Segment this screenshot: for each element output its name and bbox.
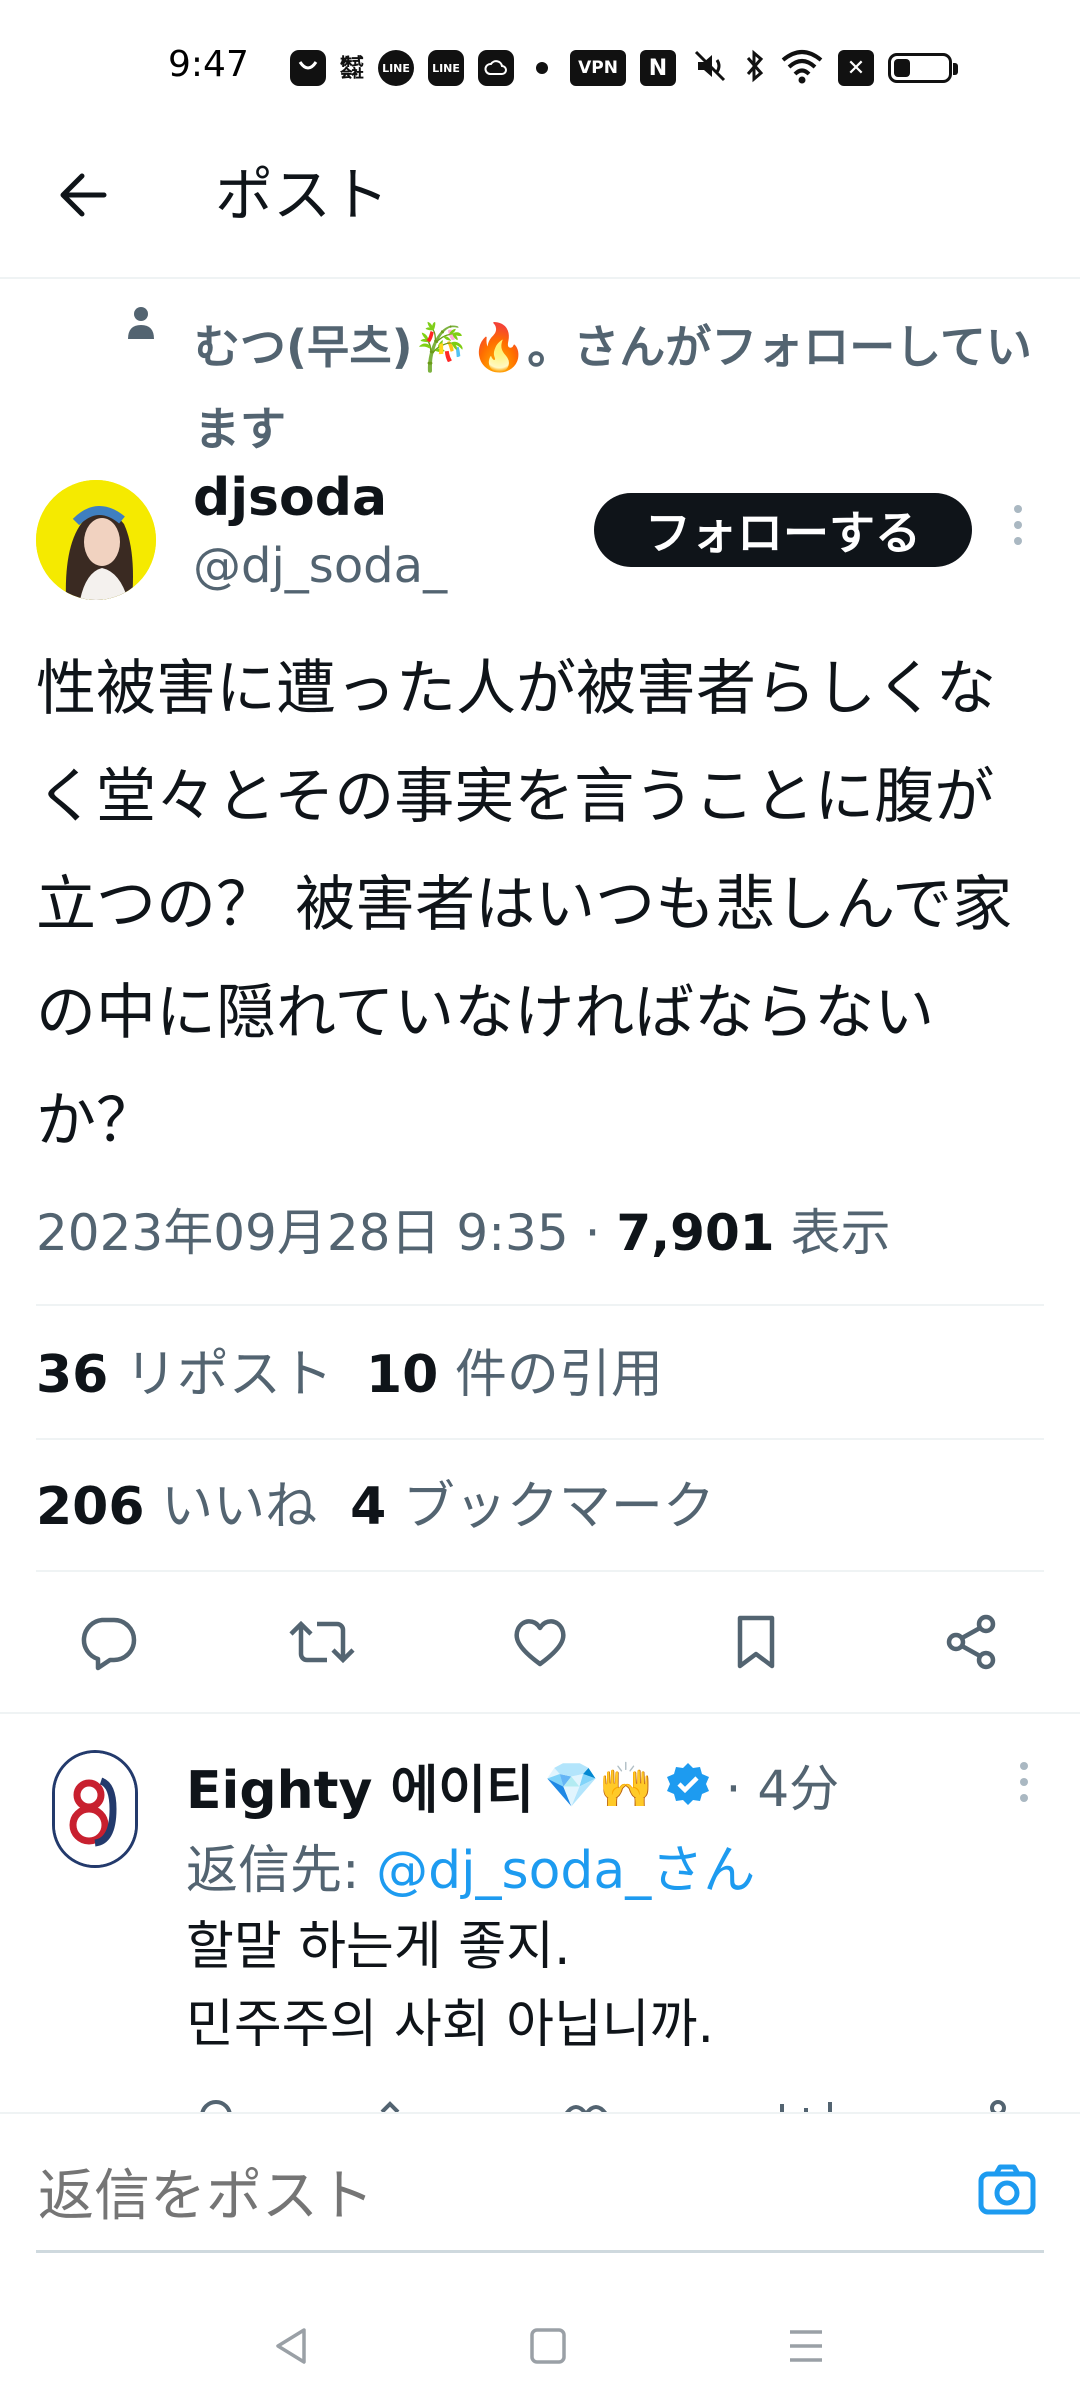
x-icon: ✕: [838, 50, 874, 86]
like-stats: 206 いいね 4 ブックマーク: [36, 1472, 715, 1542]
author-avatar[interactable]: [36, 480, 156, 600]
nav-menu-icon[interactable]: [776, 2316, 836, 2376]
reply-avatar[interactable]: [52, 1750, 138, 1868]
reposts-count: 36: [36, 1345, 109, 1405]
meta-separator: ·: [584, 1204, 601, 1262]
line-icon: LINE: [378, 50, 414, 86]
follow-button[interactable]: フォローする: [594, 493, 972, 567]
mute-icon: [690, 46, 730, 90]
bookmark-icon[interactable]: [716, 1592, 796, 1692]
more-options-icon[interactable]: [1006, 505, 1030, 557]
line-manga-icon: LINE: [428, 50, 464, 86]
post-meta: 2023年09月28日 9:35 · 7,901 表示: [36, 1198, 890, 1268]
bluetooth-icon: [744, 46, 766, 90]
reply-actions-peek: [186, 2092, 1046, 2112]
app-header: [0, 140, 1080, 279]
social-context[interactable]: むつ(무츠)🎋🔥。さんがフォローしています: [194, 306, 1074, 470]
divider: [36, 1570, 1044, 1572]
bookmarks-count: 4: [350, 1477, 387, 1537]
divider: [36, 1304, 1044, 1306]
reply-to-handle[interactable]: @dj_soda_さん: [376, 1841, 755, 1901]
reply-header: Eighty 에이티 💎🙌 · 4分: [186, 1748, 839, 1822]
page-title: ポスト: [215, 161, 390, 229]
bookmarks-link[interactable]: 4 ブックマーク: [350, 1477, 715, 1537]
quotes-count: 10: [365, 1345, 439, 1405]
person-icon: [126, 305, 156, 341]
vpn-icon: VPN: [570, 50, 626, 86]
reply-author-name[interactable]: Eighty 에이티: [186, 1748, 534, 1823]
wifi-icon: [780, 48, 824, 88]
app-icon: ㍿: [340, 54, 364, 82]
cloud-icon: [478, 50, 514, 86]
reply-to-prefix: 返信先:: [186, 1841, 377, 1901]
reply-time[interactable]: · 4分: [726, 1749, 840, 1821]
repost-stats: 36 リポスト 10 件の引用: [36, 1340, 663, 1410]
back-button[interactable]: [50, 160, 120, 230]
divider: [36, 1438, 1044, 1440]
status-icons: ㍿ LINE LINE VPN N ✕: [290, 46, 958, 90]
like-icon[interactable]: [500, 1592, 580, 1692]
nav-home-icon[interactable]: [518, 2316, 578, 2376]
reply-input[interactable]: [36, 2150, 970, 2242]
author-handle[interactable]: @dj_soda_: [193, 538, 447, 594]
repost-icon[interactable]: [282, 1592, 362, 1692]
reply-to: 返信先: @dj_soda_さん: [186, 1828, 755, 1903]
action-bar: [0, 1592, 1080, 1692]
nav-back-icon[interactable]: [262, 2316, 322, 2376]
status-time: 9:47: [168, 44, 249, 85]
section-divider: [0, 1712, 1080, 1714]
reply-more-options-icon[interactable]: [1012, 1762, 1036, 1814]
views-count: 7,901: [616, 1204, 775, 1262]
post-text: 性被害に遭った人が被害者らしくなく堂々とその事実を言うことに腹が立つの？ 被害者…: [36, 654, 1013, 1156]
status-dot: [536, 62, 548, 74]
reply-icon[interactable]: [68, 1592, 148, 1692]
reposts-label: リポスト: [124, 1345, 333, 1405]
quotes-label: 件の引用: [454, 1345, 663, 1405]
likes-label: いいね: [161, 1477, 318, 1537]
battery-icon: [888, 53, 958, 83]
share-icon[interactable]: [932, 1592, 1012, 1692]
views-label: 表示: [790, 1204, 891, 1262]
likes-count: 206: [36, 1477, 145, 1537]
camera-icon[interactable]: [974, 2158, 1040, 2224]
reply-author-emoji: 💎🙌: [543, 1760, 654, 1811]
verified-badge-icon: [666, 1763, 709, 1805]
notification-icon: [290, 50, 326, 86]
reply-text: 할말 하는게 좋지. 민주주의 사회 아닙니까.: [186, 1917, 714, 2055]
reposts-link[interactable]: 36 リポスト: [36, 1345, 333, 1405]
composer-underline: [36, 2250, 1044, 2253]
nfc-icon: N: [640, 50, 676, 86]
battery-level: [894, 59, 910, 77]
author-name[interactable]: djsoda: [193, 468, 387, 528]
bookmarks-label: ブックマーク: [402, 1477, 715, 1537]
back-arrow-icon: [60, 173, 107, 217]
quotes-link[interactable]: 10 件の引用: [366, 1345, 663, 1405]
likes-link[interactable]: 206 いいね: [36, 1477, 317, 1537]
post-date[interactable]: 2023年09月28日 9:35: [36, 1204, 569, 1262]
